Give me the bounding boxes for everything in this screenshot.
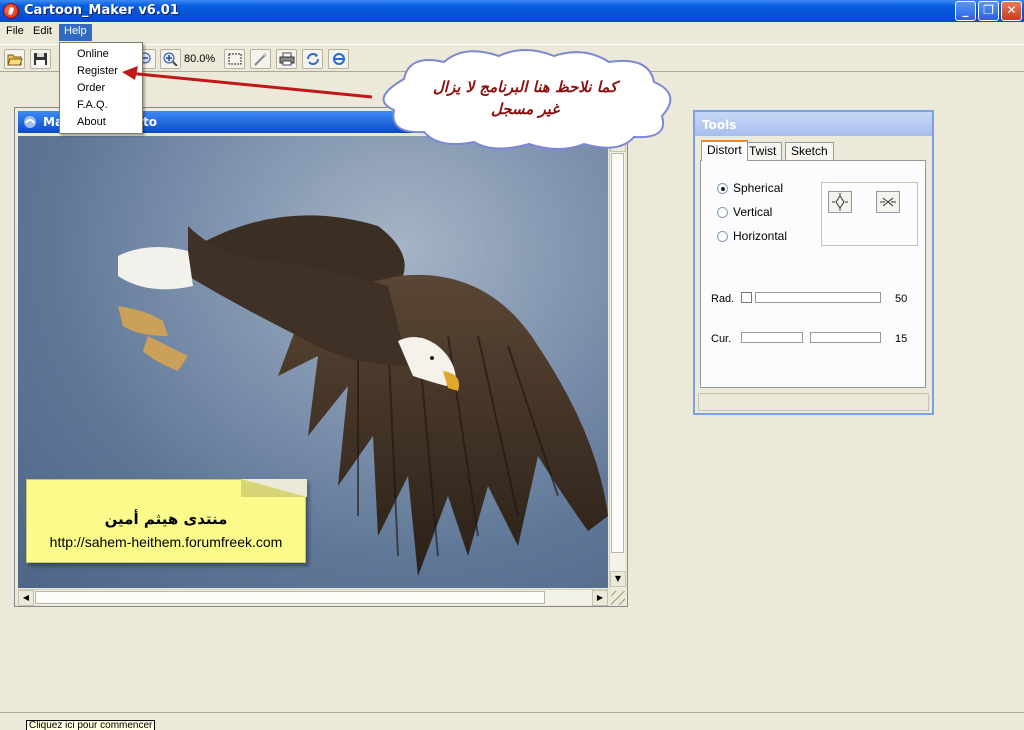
radio-vertical[interactable] — [717, 207, 728, 218]
tools-status-bar — [698, 393, 929, 411]
distort-tab-content: Spherical Vertical Horizontal Rad. 50 Cu… — [700, 160, 926, 388]
radius-checkbox[interactable] — [741, 292, 752, 303]
label-horizontal[interactable]: Horizontal — [733, 229, 787, 243]
radius-value: 50 — [895, 293, 908, 305]
note-forum-name: منتدى هيثم أمين — [104, 510, 228, 528]
image-window-icon — [24, 116, 36, 128]
status-tooltip: Cliquez ici pour commencer — [26, 720, 156, 730]
tools-panel: Tools Distort Twist Sketch Spherical Ver… — [693, 110, 934, 415]
tab-distort[interactable]: Distort — [701, 140, 748, 161]
radio-horizontal[interactable] — [717, 231, 728, 242]
curve-slider-right[interactable] — [810, 332, 881, 343]
maximize-button[interactable]: ❐ — [978, 1, 999, 21]
close-button[interactable]: ✕ — [1001, 1, 1022, 21]
label-vertical[interactable]: Vertical — [733, 205, 772, 219]
note-fold-shadow — [241, 479, 307, 497]
annotation-line-1: كما نلاحظ هنا البرنامج لا يزال — [432, 78, 618, 96]
menu-edit[interactable]: Edit — [28, 24, 57, 41]
scroll-down-arrow[interactable]: ▼ — [610, 571, 626, 587]
minimize-button[interactable]: _ — [955, 1, 976, 21]
curve-slider-left[interactable] — [741, 332, 803, 343]
resize-grip[interactable] — [611, 591, 625, 605]
vertical-scroll-thumb[interactable] — [611, 153, 624, 553]
image-window-title-tail: to — [143, 115, 157, 129]
menu-item-online[interactable]: Online — [60, 46, 142, 63]
horizontal-scrollbar[interactable]: ◀ ▶ — [18, 589, 608, 606]
tab-sketch[interactable]: Sketch — [785, 142, 834, 160]
label-spherical[interactable]: Spherical — [733, 181, 783, 195]
menu-file[interactable]: File — [1, 24, 29, 41]
menu-help[interactable]: Help — [59, 24, 92, 41]
radius-slider[interactable] — [755, 292, 881, 303]
curve-value: 15 — [895, 333, 908, 345]
pinch-button[interactable] — [876, 191, 900, 213]
curve-label: Cur. — [711, 333, 732, 345]
save-button[interactable] — [30, 49, 51, 69]
distort-icon-group — [821, 182, 918, 246]
scroll-right-arrow[interactable]: ▶ — [592, 590, 608, 606]
vertical-scrollbar[interactable]: ▲ ▼ — [609, 136, 626, 588]
title-bar: Cartoon_Maker v6.01 _ ❐ ✕ — [0, 0, 1024, 22]
annotation-line-2: غير مسجل — [490, 100, 560, 118]
annotation-cloud — [382, 49, 672, 150]
annotation-arrow — [122, 66, 373, 99]
scroll-left-arrow[interactable]: ◀ — [18, 590, 34, 606]
bulge-icon — [832, 193, 848, 211]
folder-open-icon — [7, 54, 23, 66]
note-url: http://sahem-heithem.forumfreek.com — [49, 534, 283, 550]
menu-item-about[interactable]: About — [60, 114, 142, 131]
open-button[interactable] — [4, 49, 25, 69]
tab-twist[interactable]: Twist — [743, 142, 783, 160]
app-icon[interactable] — [3, 3, 19, 19]
tools-title[interactable]: Tools — [695, 112, 932, 136]
radio-spherical[interactable] — [717, 183, 728, 194]
floppy-icon — [34, 53, 47, 65]
bulge-button[interactable] — [828, 191, 852, 213]
menu-bar: File Edit Help — [0, 22, 1024, 42]
window-title: Cartoon_Maker v6.01 — [24, 3, 179, 18]
pinch-icon — [880, 197, 896, 207]
forum-note: منتدى هيثم أمين http://sahem-heithem.for… — [26, 479, 307, 563]
horizontal-scroll-thumb[interactable] — [35, 591, 545, 604]
radius-label: Rad. — [711, 293, 735, 305]
